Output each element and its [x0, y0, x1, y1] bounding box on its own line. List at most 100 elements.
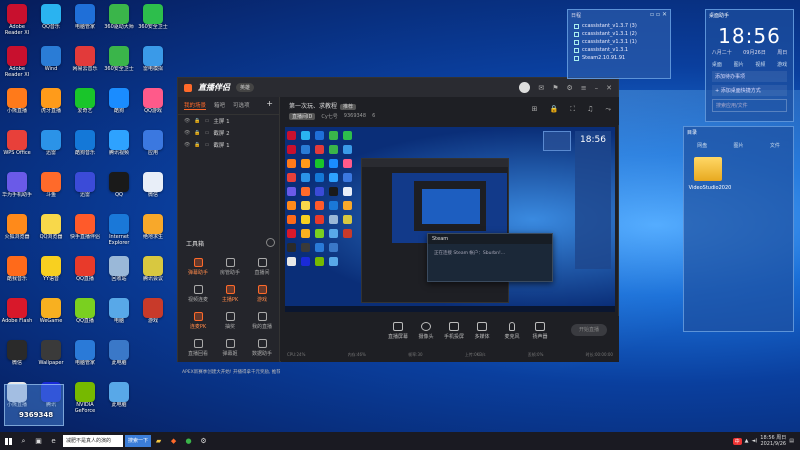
desktop-icon[interactable]: 网易云音乐 [68, 44, 102, 86]
add-shortcut-button[interactable]: + 添加桌面快捷方式 [712, 85, 787, 96]
scene-item[interactable]: 👁 🔒 ▭ 主屏 1 [178, 115, 279, 127]
media-button[interactable]: 多媒体 [469, 322, 495, 340]
desktop-icon[interactable]: Adobe Reader XI [0, 44, 34, 86]
lock-icon[interactable]: 🔒 [549, 105, 558, 114]
microphone-button[interactable]: 麦克风 [499, 322, 525, 340]
stream-preview[interactable]: 18:56 Steam 正在连接 Steam 帐户：Sburbn!... [285, 127, 615, 312]
schedule-item[interactable]: Steam2.10.91.91 [574, 55, 664, 61]
tool-button[interactable]: 游戏 [246, 280, 278, 307]
desktop-icon[interactable]: 电脑管家 [68, 338, 102, 380]
clock-widget[interactable]: 桌面助手 18:56 八月二十 09月26日 周日 桌面 图片 视频 游戏 添加… [705, 9, 794, 122]
desktop-icon[interactable]: 微信 [136, 170, 170, 212]
search-icon[interactable]: ⌕ [16, 432, 31, 450]
desktop-icon[interactable]: 应用 [136, 128, 170, 170]
widget-link-desktop[interactable]: 桌面 [712, 61, 722, 68]
start-button[interactable] [0, 432, 16, 450]
widget-link-pictures[interactable]: 图片 [734, 61, 744, 68]
minimize-icon[interactable]: – [595, 84, 599, 92]
settings-icon[interactable]: ⚙ [566, 84, 572, 92]
tool-button[interactable]: 主播PK [214, 280, 246, 307]
desktop-icon[interactable]: QQ [102, 170, 136, 212]
desktop-icon[interactable]: 酷狗音乐 [68, 128, 102, 170]
desktop-icon[interactable]: Adobe Reader XI [0, 2, 34, 44]
camera-button[interactable]: 摄像头 [413, 322, 439, 340]
checkbox-icon[interactable] [574, 31, 579, 37]
widget-controls[interactable]: ▫ ▫ ✕ [650, 11, 667, 18]
task-view-icon[interactable]: ▣ [31, 432, 46, 450]
schedule-item[interactable]: ccassistant_v1.3.7 (3) [574, 23, 664, 29]
tab-options[interactable]: 可选项 [233, 101, 250, 110]
schedule-widget[interactable]: 日程 ▫ ▫ ✕ ccassistant_v1.3.7 (3) ccassista… [567, 9, 671, 79]
desktop-icon[interactable]: NVIDIA GeForce [68, 380, 102, 422]
desktop-icon[interactable]: 电脑管家 [68, 2, 102, 44]
schedule-item[interactable]: ccassistant_v1.3.1 [574, 47, 664, 53]
desktop-icon[interactable]: 此电脑 [102, 338, 136, 380]
schedule-item[interactable]: ccassistant_v1.3.1 (2) [574, 31, 664, 37]
scene-item[interactable]: 👁 🔒 ▭ 截屏 1 [178, 139, 279, 151]
tool-button[interactable]: 抽奖 [214, 307, 246, 334]
desktop-icon[interactable]: QQ音乐 [34, 2, 68, 44]
browser-icon[interactable]: e [46, 432, 61, 450]
visibility-icon[interactable]: 👁 [184, 130, 190, 136]
desktop-icon[interactable]: Wallpaper [34, 338, 68, 380]
toolbox-settings-icon[interactable] [266, 238, 275, 247]
desktop-icon[interactable]: QQ游戏 [136, 86, 170, 128]
phone-cast-button[interactable]: 手机投屏 [441, 322, 467, 340]
desktop-icon[interactable]: 爱奇艺 [68, 86, 102, 128]
folder-icon[interactable]: ▰ [151, 432, 166, 450]
lock-icon[interactable]: 🔒 [194, 142, 200, 148]
taskbar-search-button[interactable]: 搜索一下 [125, 435, 152, 447]
scene-item[interactable]: 👁 🔒 ▭ 截屏 2 [178, 127, 279, 139]
add-scene-button[interactable]: + [266, 100, 273, 110]
dir-tab-files[interactable]: 文件 [770, 142, 780, 149]
desktop-icon[interactable]: 回收站 [102, 254, 136, 296]
desktop-icon[interactable]: Wind [34, 44, 68, 86]
tool-button[interactable]: 直播间 [246, 253, 278, 280]
checkbox-icon[interactable] [574, 47, 579, 53]
go-live-button[interactable]: 开始直播 [571, 324, 607, 336]
desktop-icon[interactable]: 绝地求生 [136, 212, 170, 254]
lock-icon[interactable]: 🔒 [194, 130, 200, 136]
tool-button[interactable]: 直播回看 [182, 334, 214, 361]
lock-icon[interactable]: 🔒 [194, 118, 200, 124]
desktop-icon[interactable]: QQ浏览器 [34, 212, 68, 254]
desktop-icon[interactable]: 360安全卫士 [136, 2, 170, 44]
screen-capture-button[interactable]: 直播屏幕 [385, 322, 411, 340]
announcement-marquee[interactable]: APEX新赛季创建大开始! 开播得拿千元奖励, 推荐已经进入视频路! [182, 369, 280, 375]
fullscreen-icon[interactable]: ⛶ [570, 105, 575, 114]
desktop-icon[interactable] [136, 338, 170, 380]
category-tag[interactable]: 推荐 [340, 104, 357, 110]
desktop-icon[interactable]: QQ直播 [68, 254, 102, 296]
desktop-icon[interactable]: WPS Office [0, 128, 34, 170]
dir-tab-images[interactable]: 图片 [733, 142, 743, 149]
desktop-icon[interactable]: 华为手机助手 [0, 170, 34, 212]
desktop-icon[interactable]: 火狐浏览器 [0, 212, 34, 254]
network-icon[interactable]: ▲ [745, 438, 749, 444]
tool-button[interactable]: 弹幕助手 [182, 253, 214, 280]
tab-box[interactable]: 箱吧 [214, 101, 225, 110]
menu-icon[interactable]: ≡ [581, 84, 587, 92]
desktop-icon[interactable]: WeGame [34, 296, 68, 338]
bell-icon[interactable]: ♫ [587, 105, 593, 114]
notification-icon[interactable]: ▤ [789, 438, 794, 444]
desktop-icon[interactable]: 迅雷 [68, 170, 102, 212]
desktop-icon[interactable]: 游戏 [136, 296, 170, 338]
gift-icon[interactable]: ⚑ [552, 84, 558, 92]
desktop-icon[interactable]: Adobe Flash [0, 296, 34, 338]
schedule-item[interactable]: ccassistant_v1.3.1 (1) [574, 39, 664, 45]
visibility-icon[interactable]: 👁 [184, 118, 190, 124]
desktop-icon[interactable]: 迅雷 [34, 128, 68, 170]
desktop-icon[interactable]: 360驱动大师 [102, 2, 136, 44]
checkbox-icon[interactable] [574, 55, 579, 61]
desktop-icon[interactable]: 微信 [0, 338, 34, 380]
checkbox-icon[interactable] [574, 23, 579, 29]
desktop-icon[interactable]: YY语音 [34, 254, 68, 296]
edit-icon[interactable]: ⊞ [532, 105, 538, 114]
desktop-icon[interactable] [136, 380, 170, 422]
widget-link-videos[interactable]: 视频 [755, 61, 765, 68]
tool-button[interactable]: 视频连麦 [182, 280, 214, 307]
dir-tab-cloud[interactable]: 网盘 [697, 142, 707, 149]
desktop-icon[interactable]: QQ直播 [68, 296, 102, 338]
ime-indicator[interactable]: 中 [732, 437, 742, 445]
stream-title[interactable]: 第一次玩、求教程 [289, 103, 337, 110]
